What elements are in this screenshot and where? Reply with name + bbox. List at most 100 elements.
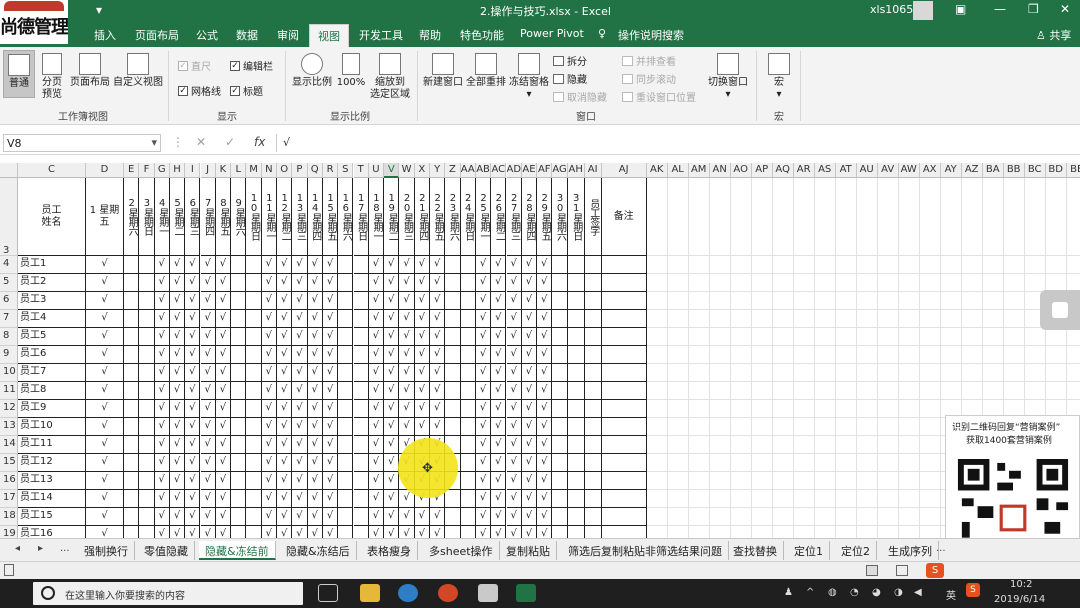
signature-cell[interactable] xyxy=(584,292,602,310)
page-layout-status-icon[interactable] xyxy=(896,565,908,576)
attendance-cell[interactable]: √ xyxy=(154,274,170,292)
attendance-cell[interactable]: √ xyxy=(368,328,385,346)
grid-cell[interactable] xyxy=(940,256,962,274)
attendance-cell[interactable] xyxy=(246,490,262,508)
grid-cell[interactable] xyxy=(919,490,941,508)
attendance-cell[interactable]: √ xyxy=(384,256,400,274)
attendance-cell[interactable]: √ xyxy=(491,454,507,472)
attendance-cell[interactable] xyxy=(338,382,354,400)
attendance-cell[interactable]: √ xyxy=(476,526,492,538)
grid-cell[interactable] xyxy=(856,490,878,508)
grid-cell[interactable] xyxy=(940,310,962,328)
grid-cell[interactable] xyxy=(709,508,731,526)
grid-cell[interactable] xyxy=(961,328,983,346)
sheet-tab-goto2[interactable]: 定位2 xyxy=(835,541,877,560)
attendance-cell[interactable]: √ xyxy=(506,256,522,274)
grid-cell[interactable] xyxy=(667,292,689,310)
attendance-cell[interactable] xyxy=(246,256,262,274)
grid-cell[interactable] xyxy=(877,436,899,454)
grid-cell[interactable] xyxy=(814,508,836,526)
grid-cell[interactable] xyxy=(1066,256,1080,274)
grid-cell[interactable] xyxy=(961,178,983,256)
remark-cell[interactable] xyxy=(601,400,647,418)
attendance-cell[interactable]: √ xyxy=(201,526,216,538)
attendance-cell[interactable]: √ xyxy=(537,490,553,508)
grid-cell[interactable] xyxy=(856,310,878,328)
attendance-cell[interactable]: √ xyxy=(384,382,400,400)
attendance-cell[interactable]: √ xyxy=(521,418,538,436)
grid-cell[interactable] xyxy=(1066,346,1080,364)
grid-cell[interactable] xyxy=(688,472,710,490)
grid-cell[interactable] xyxy=(751,256,773,274)
attendance-cell[interactable]: √ xyxy=(506,400,522,418)
attendance-cell[interactable]: √ xyxy=(307,292,323,310)
attendance-cell[interactable]: √ xyxy=(368,346,385,364)
attendance-cell[interactable] xyxy=(567,418,585,436)
employee-name-cell[interactable]: 员工1 xyxy=(18,256,86,274)
grid-cell[interactable] xyxy=(919,364,941,382)
attendance-cell[interactable]: √ xyxy=(322,346,339,364)
attendance-cell[interactable]: √ xyxy=(322,454,339,472)
attendance-cell[interactable]: √ xyxy=(277,256,293,274)
attendance-cell[interactable]: √ xyxy=(200,472,216,490)
people-icon[interactable]: ♟ xyxy=(784,587,793,598)
grid-cell[interactable] xyxy=(667,508,689,526)
attendance-cell[interactable] xyxy=(246,364,262,382)
grid-cell[interactable] xyxy=(835,472,857,490)
attendance-cell[interactable]: √ xyxy=(307,382,323,400)
attendance-cell[interactable]: √ xyxy=(322,274,339,292)
remark-cell[interactable] xyxy=(601,346,647,364)
attendance-cell[interactable]: √ xyxy=(277,472,293,490)
attendance-cell[interactable] xyxy=(338,490,354,508)
grid-cell[interactable] xyxy=(919,328,941,346)
table-header-cell[interactable]: 19星期二 xyxy=(384,178,400,256)
grid-cell[interactable] xyxy=(877,418,899,436)
attendance-cell[interactable]: √ xyxy=(169,274,186,292)
attendance-cell[interactable] xyxy=(231,526,247,538)
grid-cell[interactable] xyxy=(772,292,794,310)
attendance-cell[interactable]: √ xyxy=(86,526,124,538)
attendance-cell[interactable] xyxy=(231,454,247,472)
remark-cell[interactable] xyxy=(601,292,647,310)
attendance-cell[interactable]: √ xyxy=(322,292,339,310)
grid-cell[interactable] xyxy=(730,382,752,400)
grid-cell[interactable] xyxy=(1045,382,1067,400)
attendance-cell[interactable]: √ xyxy=(215,454,232,472)
attendance-cell[interactable]: √ xyxy=(200,310,216,328)
attendance-cell[interactable]: √ xyxy=(521,472,538,490)
column-header[interactable]: AJ xyxy=(601,163,647,178)
grid-cell[interactable] xyxy=(877,346,899,364)
attendance-cell[interactable]: √ xyxy=(215,328,232,346)
grid-cell[interactable] xyxy=(688,310,710,328)
signature-cell[interactable] xyxy=(584,490,602,508)
attendance-cell[interactable]: √ xyxy=(399,400,415,418)
attendance-cell[interactable]: √ xyxy=(154,454,170,472)
grid-cell[interactable] xyxy=(646,178,668,256)
sheet-overflow-left[interactable]: ... xyxy=(60,543,70,554)
attendance-cell[interactable]: √ xyxy=(475,382,492,400)
attendance-cell[interactable] xyxy=(460,400,476,418)
attendance-cell[interactable] xyxy=(246,418,262,436)
grid-cell[interactable] xyxy=(709,364,731,382)
attendance-cell[interactable] xyxy=(231,292,247,310)
grid-cell[interactable] xyxy=(772,382,794,400)
attendance-cell[interactable]: √ xyxy=(277,364,293,382)
user-name[interactable]: xls1065 xyxy=(870,3,913,16)
attendance-cell[interactable] xyxy=(139,382,155,400)
task-view-icon[interactable] xyxy=(318,584,338,602)
attendance-cell[interactable]: √ xyxy=(475,346,492,364)
attendance-cell[interactable] xyxy=(567,472,585,490)
attendance-cell[interactable]: √ xyxy=(200,364,216,382)
column-header[interactable]: Z xyxy=(445,163,461,178)
attendance-cell[interactable]: √ xyxy=(200,292,216,310)
attendance-cell[interactable] xyxy=(353,454,369,472)
attendance-cell[interactable]: √ xyxy=(475,472,492,490)
attendance-cell[interactable]: √ xyxy=(368,418,385,436)
attendance-cell[interactable]: √ xyxy=(185,346,201,364)
attendance-cell[interactable]: √ xyxy=(277,526,293,538)
attendance-cell[interactable]: √ xyxy=(277,508,293,526)
attendance-cell[interactable]: √ xyxy=(384,418,400,436)
grid-cell[interactable] xyxy=(793,346,815,364)
tab-formulas[interactable]: 公式 xyxy=(196,27,218,43)
row-header[interactable]: 16 xyxy=(0,472,18,490)
